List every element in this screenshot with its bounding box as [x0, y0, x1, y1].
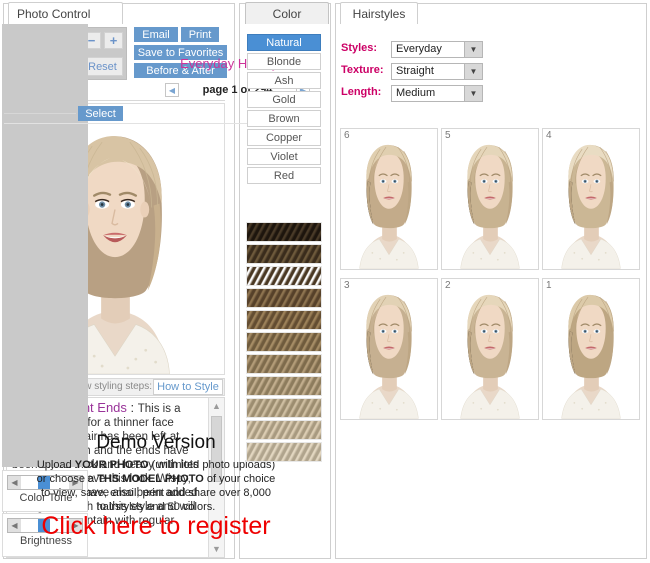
- hairstyle-thumbnail[interactable]: 4: [542, 128, 640, 270]
- thumbnail-model-figure: [442, 279, 538, 419]
- email-label: Email: [142, 29, 170, 41]
- filter-select-styles[interactable]: Everyday ▼: [391, 41, 483, 58]
- filter-select-texture[interactable]: Straight ▼: [391, 63, 483, 80]
- tab-hairstyles[interactable]: Hairstyles: [340, 2, 418, 24]
- tab-hairstyles-label: Hairstyles: [353, 7, 406, 21]
- thumbnail-number: 2: [445, 280, 451, 291]
- select-button[interactable]: Select: [78, 106, 123, 121]
- reset-label: Reset: [88, 61, 117, 73]
- hair-swatch-3[interactable]: [246, 266, 322, 286]
- register-link[interactable]: Click here to register: [0, 512, 312, 541]
- color-button-label: Ash: [275, 75, 294, 87]
- color-button-label: Red: [274, 170, 294, 182]
- thumbnail-model-figure: [442, 129, 538, 269]
- color-panel-body: [2, 24, 88, 467]
- hair-swatch-10[interactable]: [246, 420, 322, 440]
- color-button-violet[interactable]: Violet: [247, 148, 321, 165]
- thumbnail-number: 6: [344, 130, 350, 141]
- thumbnail-model-figure: [341, 279, 437, 419]
- color-button-label: Violet: [270, 151, 297, 163]
- filter-label: Length:: [341, 86, 381, 98]
- chevron-down-icon[interactable]: ▼: [464, 42, 482, 57]
- hair-swatch-1[interactable]: [246, 222, 322, 242]
- email-button[interactable]: Email: [134, 27, 178, 42]
- how-to-style-button[interactable]: How to Style: [153, 379, 223, 395]
- hairstyle-thumbnail[interactable]: 6: [340, 128, 438, 270]
- minus-icon: −: [88, 34, 96, 47]
- color-button-blonde[interactable]: Blonde: [247, 53, 321, 70]
- hair-swatch-4[interactable]: [246, 288, 322, 308]
- style-title-separator: :: [127, 400, 138, 415]
- color-button-label: Copper: [266, 132, 302, 144]
- tab-photo-control[interactable]: Photo Control: [8, 2, 123, 24]
- demo-your-photo: YOUR PHOTO: [75, 459, 149, 471]
- filter-value: Everyday: [396, 43, 442, 55]
- hair-swatch-11[interactable]: [246, 442, 322, 462]
- color-button-brown[interactable]: Brown: [247, 110, 321, 127]
- hairstyle-thumbnail[interactable]: 3: [340, 278, 438, 420]
- color-button-gold[interactable]: Gold: [247, 91, 321, 108]
- plus-icon: +: [110, 34, 118, 47]
- thumbnail-number: 5: [445, 130, 451, 141]
- hairstyle-app: Photo Control ▲ ▼ ◀ ▶ − + Reset Email Pr…: [0, 0, 650, 563]
- filter-divider: [4, 113, 76, 114]
- filter-label: Texture:: [341, 64, 384, 76]
- thumbnail-model-figure: [543, 279, 639, 419]
- color-button-label: Natural: [266, 37, 301, 49]
- zoom-in-button[interactable]: +: [104, 32, 123, 49]
- demo-line1-a: Upload: [37, 459, 75, 471]
- filter-row-styles: Styles: Everyday ▼: [341, 41, 491, 59]
- filter-row-texture: Texture: Straight ▼: [341, 63, 491, 81]
- hair-swatch-9[interactable]: [246, 398, 322, 418]
- hairstyle-thumbnail[interactable]: 1: [542, 278, 640, 420]
- hairstyle-thumbnail[interactable]: 5: [441, 128, 539, 270]
- thumbnail-number: 3: [344, 280, 350, 291]
- demo-ths-model-photo: THS MODEL PHOTO: [97, 473, 204, 485]
- thumbnail-model-figure: [341, 129, 437, 269]
- thumbnail-number: 1: [546, 280, 552, 291]
- tab-color-label: Color: [273, 7, 302, 21]
- demo-version-body: Upload YOUR PHOTO (unlimited photo uploa…: [6, 458, 306, 514]
- chevron-down-icon[interactable]: ▼: [464, 64, 482, 79]
- hair-swatch-8[interactable]: [246, 376, 322, 396]
- scroll-up-icon[interactable]: ▲: [209, 398, 224, 414]
- demo-line2-a: or choose a: [37, 473, 98, 485]
- tab-color[interactable]: Color: [245, 2, 329, 24]
- demo-line3: to view, save, email, print and share ov…: [41, 487, 271, 499]
- print-label: Print: [189, 29, 212, 41]
- tab-photo-control-label: Photo Control: [17, 7, 90, 21]
- filter-row-length: Length: Medium ▼: [341, 85, 491, 103]
- hair-swatch-7[interactable]: [246, 354, 322, 374]
- reset-button[interactable]: Reset: [82, 57, 123, 76]
- filter-value: Straight: [396, 65, 434, 77]
- scroll-down-icon[interactable]: ▼: [209, 541, 224, 557]
- color-button-label: Gold: [272, 94, 295, 106]
- color-button-label: Brown: [268, 113, 299, 125]
- hair-swatch-2[interactable]: [246, 244, 322, 264]
- hairstyle-thumbnail[interactable]: 2: [441, 278, 539, 420]
- thumbnail-number: 4: [546, 130, 552, 141]
- hair-swatch-6[interactable]: [246, 332, 322, 352]
- filter-value: Medium: [396, 87, 435, 99]
- how-to-style-label: How to Style: [157, 381, 219, 393]
- color-button-copper[interactable]: Copper: [247, 129, 321, 146]
- select-label: Select: [85, 108, 116, 120]
- print-button[interactable]: Print: [181, 27, 219, 42]
- thumbnail-model-figure: [543, 129, 639, 269]
- color-button-natural[interactable]: Natural: [247, 34, 321, 51]
- color-button-ash[interactable]: Ash: [247, 72, 321, 89]
- filter-select-length[interactable]: Medium ▼: [391, 85, 483, 102]
- demo-line2-c: of your choice: [204, 473, 276, 485]
- color-button-red[interactable]: Red: [247, 167, 321, 184]
- filter-label: Styles:: [341, 42, 377, 54]
- hair-swatch-5[interactable]: [246, 310, 322, 330]
- chevron-down-icon[interactable]: ▼: [464, 86, 482, 101]
- color-button-label: Blonde: [267, 56, 301, 68]
